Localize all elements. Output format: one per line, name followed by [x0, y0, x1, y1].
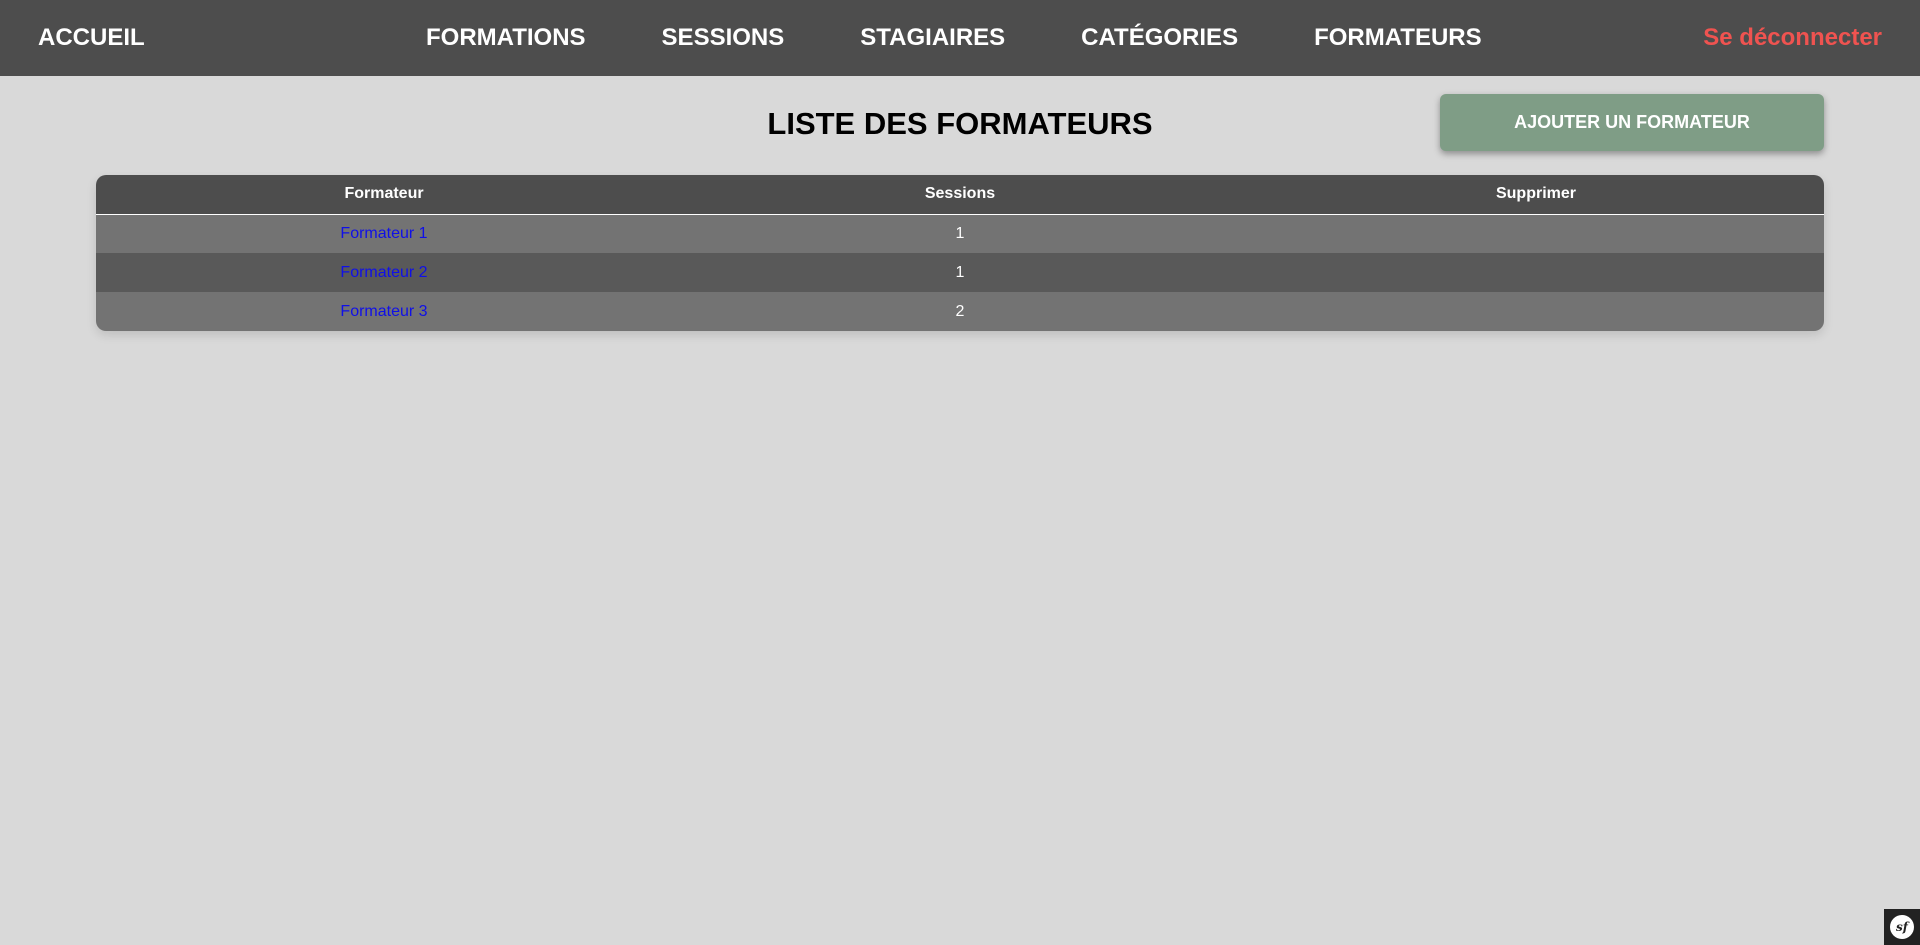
nav-main-links: FORMATIONS SESSIONS STAGIAIRES CATÉGORIE… — [426, 0, 1482, 76]
sessions-count-cell: 1 — [955, 263, 965, 281]
nav-formateurs-link[interactable]: FORMATEURS — [1314, 0, 1482, 76]
column-header-sessions: Sessions — [924, 185, 996, 203]
symfony-debug-toolbar-toggle[interactable]: sf — [1884, 909, 1920, 945]
delete-cell[interactable] — [1248, 292, 1824, 331]
delete-cell[interactable] — [1248, 253, 1824, 292]
table-header: Formateur Sessions Supprimer — [96, 175, 1824, 214]
trainers-table-container: Formateur Sessions Supprimer Formateur 1… — [96, 175, 1824, 331]
nav-formations-link[interactable]: FORMATIONS — [426, 0, 586, 76]
trainer-cell: Formateur 1 — [96, 214, 672, 253]
top-navbar: ACCUEIL FORMATIONS SESSIONS STAGIAIRES C… — [0, 0, 1920, 76]
trainer-link[interactable]: Formateur 3 — [340, 303, 427, 320]
nav-sessions-link[interactable]: SESSIONS — [662, 0, 785, 76]
trainers-table: Formateur Sessions Supprimer Formateur 1… — [96, 175, 1824, 331]
table-row: Formateur 1 1 — [96, 214, 1824, 253]
table-row: Formateur 3 2 — [96, 292, 1824, 331]
trainer-cell: Formateur 2 — [96, 253, 672, 292]
sessions-count-cell: 2 — [955, 302, 965, 320]
logout-link[interactable]: Se déconnecter — [1703, 0, 1882, 76]
nav-stagiaires-link[interactable]: STAGIAIRES — [860, 0, 1005, 76]
trainer-link[interactable]: Formateur 1 — [340, 225, 427, 242]
sessions-count-cell: 1 — [955, 224, 965, 242]
nav-home-link[interactable]: ACCUEIL — [38, 0, 145, 76]
symfony-logo-icon: sf — [1890, 915, 1914, 939]
table-body: Formateur 1 1 Formateur 2 1 Formateur 3 … — [96, 214, 1824, 331]
column-header-trainer: Formateur — [344, 185, 424, 203]
table-header-row: Formateur Sessions Supprimer — [96, 175, 1824, 214]
trainer-cell: Formateur 3 — [96, 292, 672, 331]
trainer-link[interactable]: Formateur 2 — [340, 264, 427, 281]
delete-cell[interactable] — [1248, 214, 1824, 253]
nav-categories-link[interactable]: CATÉGORIES — [1081, 0, 1238, 76]
table-row: Formateur 2 1 — [96, 253, 1824, 292]
add-trainer-button[interactable]: AJOUTER UN FORMATEUR — [1440, 94, 1824, 151]
column-header-delete: Supprimer — [1495, 185, 1576, 203]
